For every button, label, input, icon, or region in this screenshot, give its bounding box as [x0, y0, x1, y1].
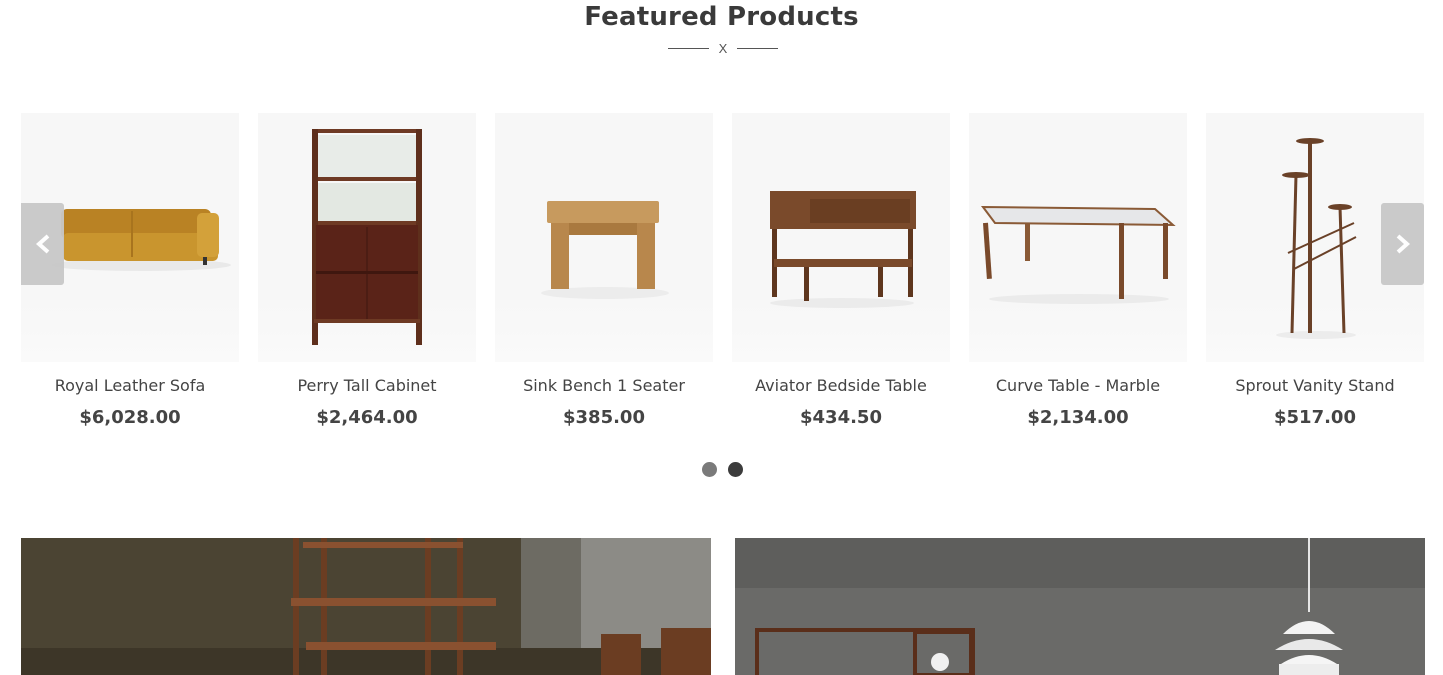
product-name[interactable]: Perry Tall Cabinet: [258, 376, 476, 395]
title-divider: X: [663, 40, 783, 56]
product-price: $2,464.00: [316, 407, 418, 428]
product-image-bench[interactable]: [495, 113, 713, 362]
product-card[interactable]: Curve Table - Marble $2,134.00: [969, 113, 1187, 428]
product-price: $385.00: [563, 407, 645, 428]
banner-wooden-shelf[interactable]: [21, 538, 711, 675]
product-name[interactable]: Curve Table - Marble: [969, 376, 1187, 395]
pagination-dot-2[interactable]: [728, 462, 743, 477]
banner-pendant-lamp[interactable]: [735, 538, 1425, 675]
divider-line-left: [667, 47, 709, 49]
product-image-bedside-table[interactable]: [732, 113, 950, 362]
product-name[interactable]: Sprout Vanity Stand: [1206, 376, 1424, 395]
section-title: Featured Products: [584, 2, 859, 32]
product-name[interactable]: Royal Leather Sofa: [21, 376, 239, 395]
featured-products-page: Featured Products X Royal Leather Sofa $…: [0, 0, 1443, 675]
divider-line-right: [737, 47, 779, 49]
product-card[interactable]: Sink Bench 1 Seater $385.00: [495, 113, 713, 428]
carousel-prev-button[interactable]: [21, 203, 64, 285]
product-name[interactable]: Aviator Bedside Table: [732, 376, 950, 395]
product-carousel: Royal Leather Sofa $6,028.00 Perry Tall …: [21, 113, 1425, 443]
product-card[interactable]: Perry Tall Cabinet $2,464.00: [258, 113, 476, 428]
pagination-dot-1[interactable]: [702, 462, 717, 477]
product-name[interactable]: Sink Bench 1 Seater: [495, 376, 713, 395]
product-price: $2,134.00: [1027, 407, 1129, 428]
product-image-marble-table[interactable]: [969, 113, 1187, 362]
divider-mark: X: [718, 40, 728, 56]
product-price: $517.00: [1274, 407, 1356, 428]
product-image-cabinet[interactable]: [258, 113, 476, 362]
carousel-pagination: [702, 462, 743, 477]
product-card[interactable]: Aviator Bedside Table $434.50: [732, 113, 950, 428]
carousel-next-button[interactable]: [1381, 203, 1424, 285]
chevron-right-icon: [1396, 234, 1410, 254]
chevron-left-icon: [35, 234, 49, 254]
product-price: $434.50: [800, 407, 882, 428]
product-price: $6,028.00: [79, 407, 181, 428]
